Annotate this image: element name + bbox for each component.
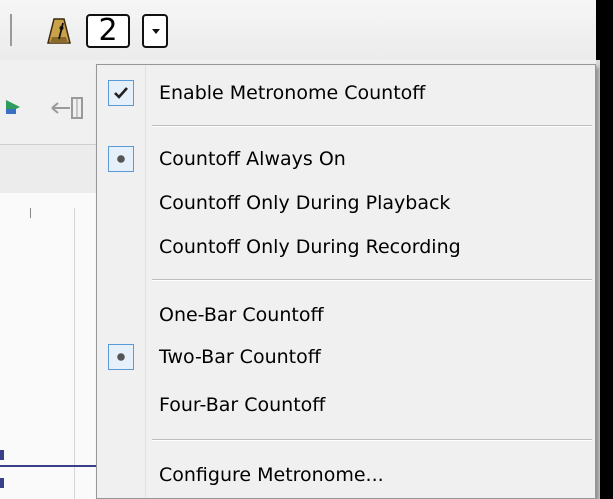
countoff-bars-field[interactable]: 2 bbox=[86, 14, 130, 48]
menu-item-label: Countoff Only During Playback bbox=[159, 192, 451, 214]
menu-item-label: Two-Bar Countoff bbox=[159, 346, 321, 368]
radio-dot-icon bbox=[117, 155, 125, 163]
menu-item-four-bar[interactable]: Four-Bar Countoff bbox=[97, 385, 595, 425]
menu-item-enable-countoff[interactable]: Enable Metronome Countoff bbox=[97, 73, 595, 113]
track-marker bbox=[0, 450, 4, 460]
menu-item-label: One-Bar Countoff bbox=[159, 304, 324, 326]
menu-item-label: Configure Metronome... bbox=[159, 464, 384, 486]
app-window: 2 Enable Metronome Countoff Countoff Alw… bbox=[0, 0, 613, 499]
transport-toolbar: 2 bbox=[0, 0, 596, 60]
menu-item-countoff-always-on[interactable]: Countoff Always On bbox=[97, 139, 595, 179]
menu-item-countoff-playback[interactable]: Countoff Only During Playback bbox=[97, 183, 595, 223]
menu-separator bbox=[152, 439, 592, 441]
menu-item-label: Countoff Only During Recording bbox=[159, 236, 461, 258]
chevron-down-icon bbox=[152, 29, 160, 34]
menu-separator bbox=[152, 279, 592, 281]
ruler-tick bbox=[30, 208, 31, 218]
window-edge-strip bbox=[596, 60, 600, 499]
menu-item-label: Enable Metronome Countoff bbox=[159, 82, 426, 104]
menu-item-countoff-recording[interactable]: Countoff Only During Recording bbox=[97, 227, 595, 267]
menu-item-configure-metronome[interactable]: Configure Metronome... bbox=[97, 455, 595, 495]
insert-icon[interactable] bbox=[48, 96, 88, 124]
menu-item-one-bar[interactable]: One-Bar Countoff bbox=[97, 295, 595, 335]
menu-item-two-bar[interactable]: Two-Bar Countoff bbox=[97, 337, 595, 377]
menu-item-label: Four-Bar Countoff bbox=[159, 394, 326, 416]
menu-icon-gutter bbox=[97, 65, 146, 498]
toolbar-separator bbox=[10, 14, 12, 46]
check-mark-box bbox=[108, 80, 134, 106]
check-icon bbox=[114, 87, 128, 99]
track-boundary bbox=[0, 465, 100, 467]
countoff-menu: Enable Metronome Countoff Countoff Alway… bbox=[96, 64, 596, 499]
menu-separator bbox=[152, 125, 592, 127]
metronome-icon[interactable] bbox=[46, 17, 72, 45]
menu-item-label: Countoff Always On bbox=[159, 148, 346, 170]
play-icon[interactable] bbox=[4, 98, 24, 120]
radio-mark-box bbox=[108, 344, 134, 370]
track-marker bbox=[0, 478, 4, 488]
grid-line bbox=[74, 208, 75, 499]
radio-mark-box bbox=[108, 146, 134, 172]
radio-dot-icon bbox=[117, 353, 125, 361]
countoff-dropdown-button[interactable] bbox=[142, 14, 168, 48]
